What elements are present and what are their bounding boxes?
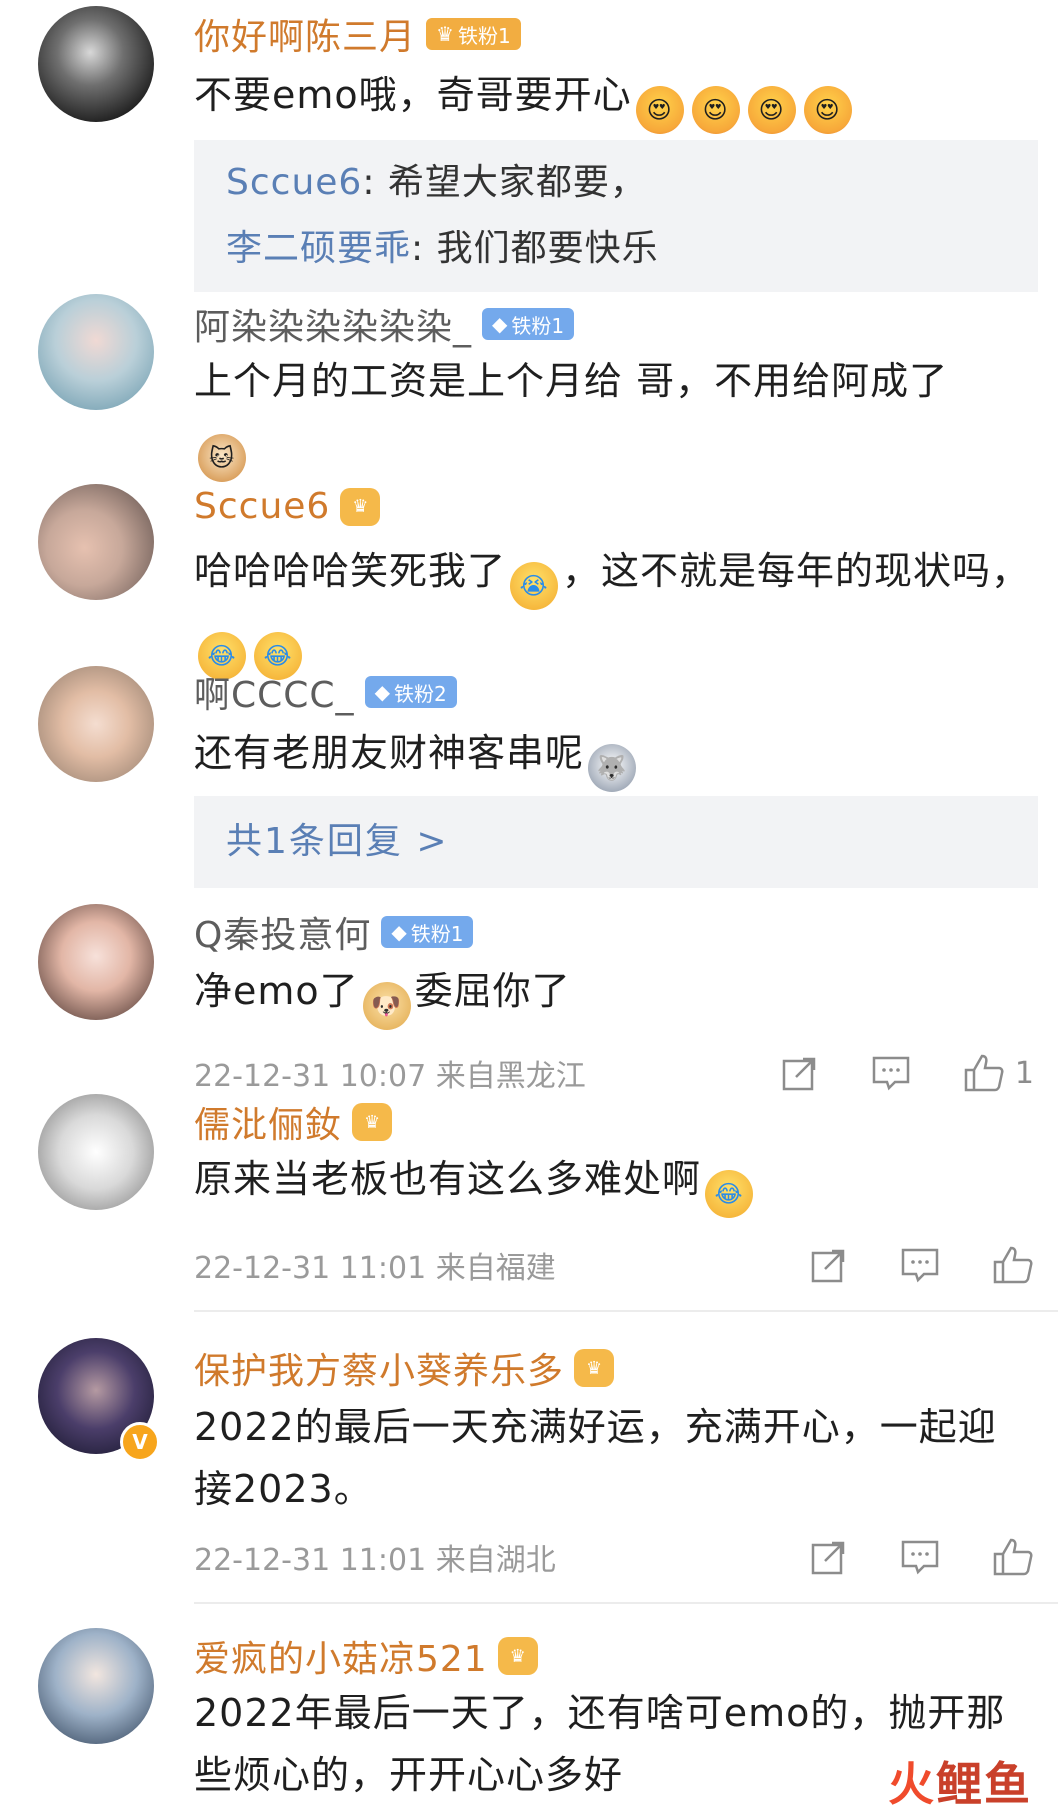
comment-text: 不要emo哦，奇哥要开心 😍 😍 😍 😍	[194, 64, 1034, 134]
fan-badge: ♛ 铁粉1	[426, 18, 521, 50]
heart-eyes-emoji-icon: 😍	[635, 86, 684, 134]
thumbs-up-icon	[964, 1054, 1004, 1092]
comment-icon[interactable]	[900, 1246, 940, 1284]
avatar[interactable]	[38, 1094, 154, 1210]
heart-eyes-emoji-icon: 😍	[691, 86, 740, 134]
heart-eyes-emoji-icon: 😍	[747, 86, 796, 134]
comment-text: 还有老朋友财神客串呢 🐺	[194, 722, 1034, 792]
comment-meta: 22-12-31 10:07 来自黑龙江 1	[194, 1048, 1034, 1098]
comment-meta: 22-12-31 11:01 来自湖北	[194, 1532, 1034, 1582]
laughing-emoji-icon: 😂	[705, 1170, 754, 1218]
reply-line: Sccue6: 希望大家都要，	[226, 162, 647, 203]
fan-badge: ◆ 铁粉1	[381, 916, 474, 948]
username[interactable]: 啊CCCC_	[194, 666, 355, 718]
username[interactable]: 保护我方蔡小葵养乐多	[194, 1342, 564, 1394]
comment-text: 净emo了 🐶 委屈你了	[194, 960, 1034, 1030]
share-icon[interactable]	[810, 1538, 848, 1576]
comment-icon[interactable]	[900, 1538, 940, 1576]
username[interactable]: Q秦投意何	[194, 906, 371, 958]
watermark-logo: 火鲤鱼	[888, 1757, 1032, 1811]
username[interactable]: 儒沘俪釹	[194, 1096, 342, 1148]
comment-text: 上个月的工资是上个月给 哥，不用给阿成了 🐱	[194, 350, 1034, 482]
username[interactable]: Sccue6	[194, 486, 330, 527]
like-button[interactable]	[992, 1245, 1034, 1285]
like-button[interactable]	[992, 1537, 1034, 1577]
avatar[interactable]	[38, 1628, 154, 1744]
husky-emoji-icon: 🐺	[588, 744, 637, 792]
diamond-icon: ◆	[492, 312, 508, 336]
avatar[interactable]	[38, 666, 154, 782]
username[interactable]: 爱疯的小菇凉521	[194, 1630, 488, 1682]
share-icon[interactable]	[781, 1054, 819, 1092]
reply-box[interactable]: Sccue6: 希望大家都要， 李二硕要乖: 我们都要快乐	[194, 140, 1038, 292]
heart-eyes-emoji-icon: 😍	[803, 86, 852, 134]
reply-username[interactable]: 李二硕要乖	[226, 228, 411, 269]
avatar[interactable]	[38, 294, 154, 410]
more-replies-box[interactable]: 共1条回复 >	[194, 796, 1038, 888]
avatar[interactable]	[38, 904, 154, 1020]
crown-icon: ♛	[340, 487, 381, 526]
comment-text: 哈哈哈哈笑死我了 😭 ，这不就是每年的现状吗，😂 😂	[194, 540, 1034, 680]
divider	[194, 1602, 1058, 1604]
comment-text: 原来当老板也有这么多难处啊 😂	[194, 1148, 1034, 1218]
avatar[interactable]	[38, 6, 154, 122]
doge-emoji-icon: 🐶	[362, 982, 411, 1030]
crown-icon: ♛	[574, 1349, 615, 1387]
cat-emoji-icon: 🐱	[198, 434, 246, 482]
divider	[194, 1310, 1058, 1312]
like-button[interactable]: 1	[963, 1053, 1034, 1093]
verified-badge-icon: V	[120, 1422, 160, 1462]
thumbs-up-icon	[993, 1246, 1033, 1284]
fan-badge: ◆ 铁粉1	[482, 308, 575, 340]
thumbs-up-icon	[993, 1538, 1033, 1576]
comment-text: 2022的最后一天充满好运，充满开心，一起迎接2023。	[194, 1405, 997, 1511]
reply-line: 李二硕要乖: 我们都要快乐	[226, 228, 659, 269]
share-icon[interactable]	[810, 1246, 848, 1284]
crown-icon: ♛	[497, 1637, 538, 1675]
comment-icon[interactable]	[871, 1054, 911, 1092]
diamond-icon: ◆	[391, 920, 407, 944]
username[interactable]: 阿染染染染染染_	[194, 298, 472, 350]
like-count: 1	[1014, 1055, 1034, 1091]
more-replies-link[interactable]: 共1条回复 >	[194, 796, 1038, 888]
reply-username[interactable]: Sccue6	[226, 162, 362, 203]
comment-meta: 22-12-31 11:01 来自福建	[194, 1240, 1034, 1290]
fan-badge: ◆ 铁粉2	[364, 676, 457, 708]
avatar[interactable]	[38, 484, 154, 600]
crying-laughing-emoji-icon: 😭	[510, 562, 559, 610]
username[interactable]: 你好啊陈三月	[194, 8, 416, 60]
crown-icon: ♛	[436, 22, 454, 46]
diamond-icon: ◆	[374, 680, 390, 704]
crown-icon: ♛	[352, 1103, 393, 1141]
